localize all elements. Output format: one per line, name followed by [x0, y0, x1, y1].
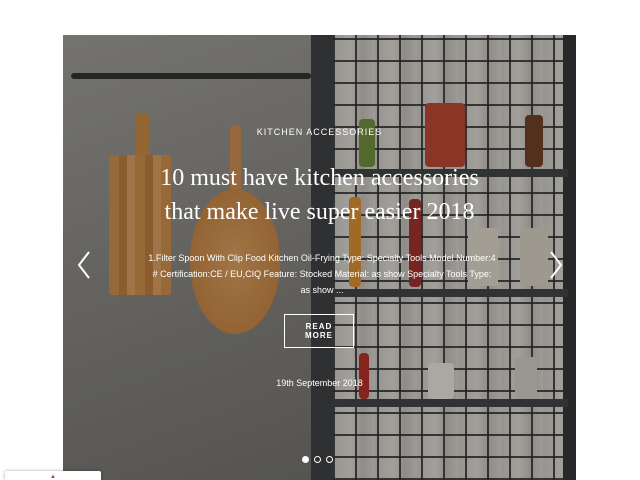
- slide-category[interactable]: KITCHEN ACCESSORIES: [63, 127, 576, 137]
- slide-caption: KITCHEN ACCESSORIES 10 must have kitchen…: [63, 35, 576, 480]
- carousel-dot[interactable]: [302, 456, 309, 463]
- carousel-dot[interactable]: [326, 456, 333, 463]
- chevron-left-icon: [77, 251, 90, 279]
- prev-slide-button[interactable]: [74, 249, 94, 281]
- slide-description: 1.Filter Spoon With Clip Food Kitchen Oi…: [148, 253, 496, 295]
- next-slide-button[interactable]: [546, 249, 566, 281]
- hero-slider: KITCHEN ACCESSORIES 10 must have kitchen…: [63, 35, 576, 480]
- carousel-pagination: [302, 456, 333, 466]
- recaptcha-icon: ▲: [50, 474, 56, 480]
- slide-title[interactable]: 10 must have kitchen accessories that ma…: [143, 161, 496, 229]
- top-bar: [0, 0, 640, 35]
- chevron-right-icon: [550, 251, 563, 279]
- carousel-dot[interactable]: [314, 456, 321, 463]
- slide-date: 19th September 2018: [276, 378, 363, 388]
- read-more-button[interactable]: READ MORE: [284, 314, 354, 348]
- recaptcha-badge[interactable]: ▲: [5, 471, 101, 480]
